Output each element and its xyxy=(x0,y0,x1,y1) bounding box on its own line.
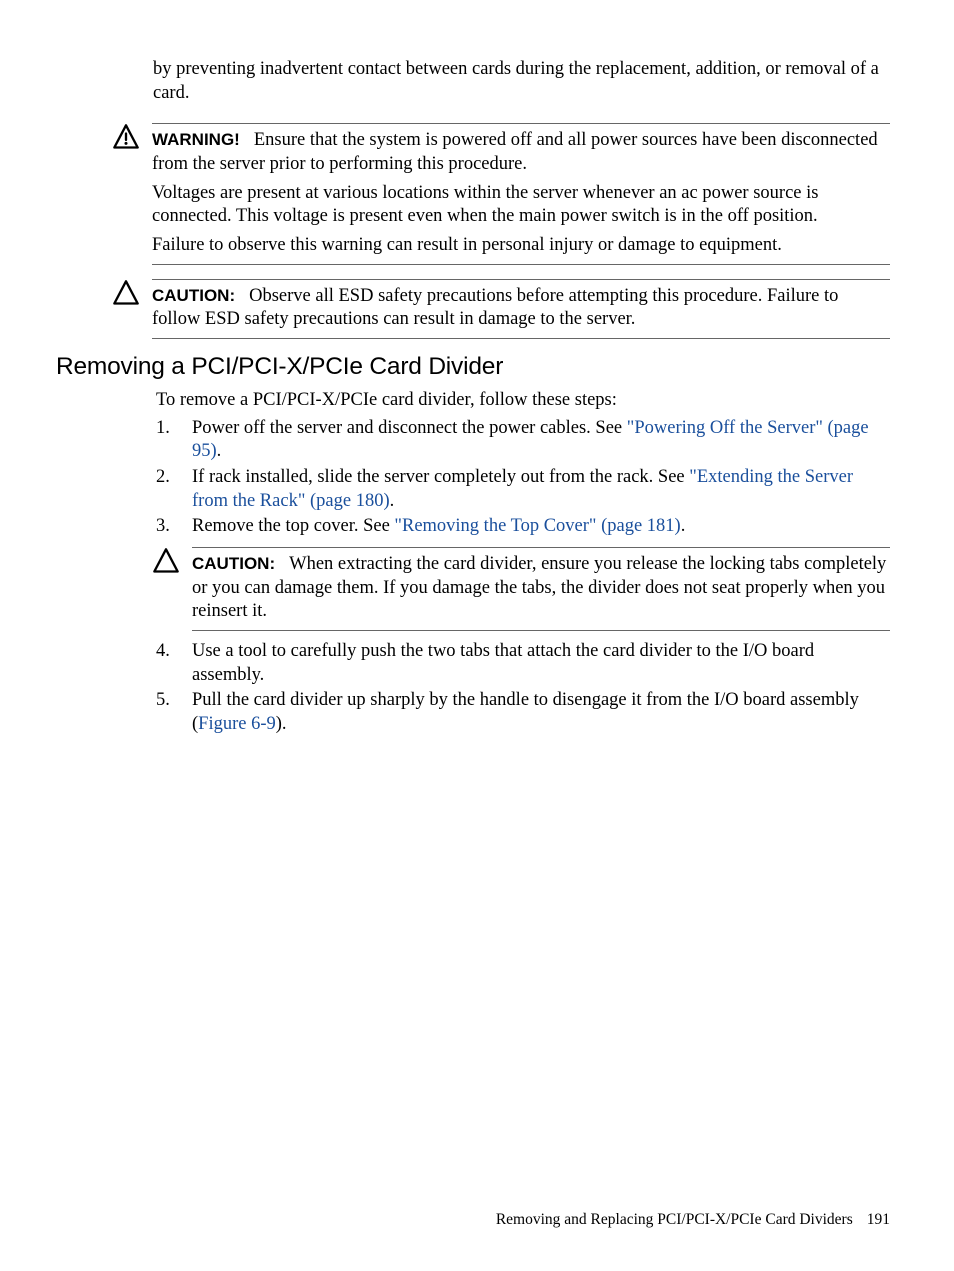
step-2: If rack installed, slide the server comp… xyxy=(156,466,890,513)
steps-list-continued: Use a tool to carefully push the two tab… xyxy=(156,640,890,737)
link-removing-top-cover[interactable]: "Removing the Top Cover" (page 181) xyxy=(394,516,680,536)
step-1: Power off the server and disconnect the … xyxy=(156,417,890,464)
caution-admonition-1: CAUTION:Observe all ESD safety precautio… xyxy=(112,279,890,339)
caution1-label: CAUTION: xyxy=(152,286,235,305)
warning-para-3: Failure to observe this warning can resu… xyxy=(152,234,890,258)
caution2-para: CAUTION:When extracting the card divider… xyxy=(192,553,890,624)
step-3: Remove the top cover. See "Removing the … xyxy=(156,515,890,539)
warning-para-1: WARNING!Ensure that the system is powere… xyxy=(152,129,890,176)
step-4: Use a tool to carefully push the two tab… xyxy=(156,640,890,687)
footer-text: Removing and Replacing PCI/PCI-X/PCIe Ca… xyxy=(496,1211,853,1228)
step-5: Pull the card divider up sharply by the … xyxy=(156,689,890,736)
caution-admonition-2: CAUTION:When extracting the card divider… xyxy=(152,547,890,631)
caution-icon xyxy=(112,279,152,307)
steps-list: Power off the server and disconnect the … xyxy=(156,417,890,539)
page-number: 191 xyxy=(867,1211,890,1228)
warning-icon xyxy=(112,123,152,151)
intro-paragraph: by preventing inadvertent contact betwee… xyxy=(153,58,890,105)
caution1-para: CAUTION:Observe all ESD safety precautio… xyxy=(152,285,890,332)
caution2-label: CAUTION: xyxy=(192,554,275,573)
page-footer: Removing and Replacing PCI/PCI-X/PCIe Ca… xyxy=(496,1211,890,1229)
link-figure-6-9[interactable]: Figure 6-9 xyxy=(198,714,276,734)
warning-para-2: Voltages are present at various location… xyxy=(152,182,890,229)
section-intro: To remove a PCI/PCI-X/PCIe card divider,… xyxy=(156,389,890,413)
caution-icon xyxy=(152,547,192,575)
warning-admonition: WARNING!Ensure that the system is powere… xyxy=(112,123,890,264)
section-heading: Removing a PCI/PCI-X/PCIe Card Divider xyxy=(56,353,890,381)
warning-label: WARNING! xyxy=(152,130,240,149)
